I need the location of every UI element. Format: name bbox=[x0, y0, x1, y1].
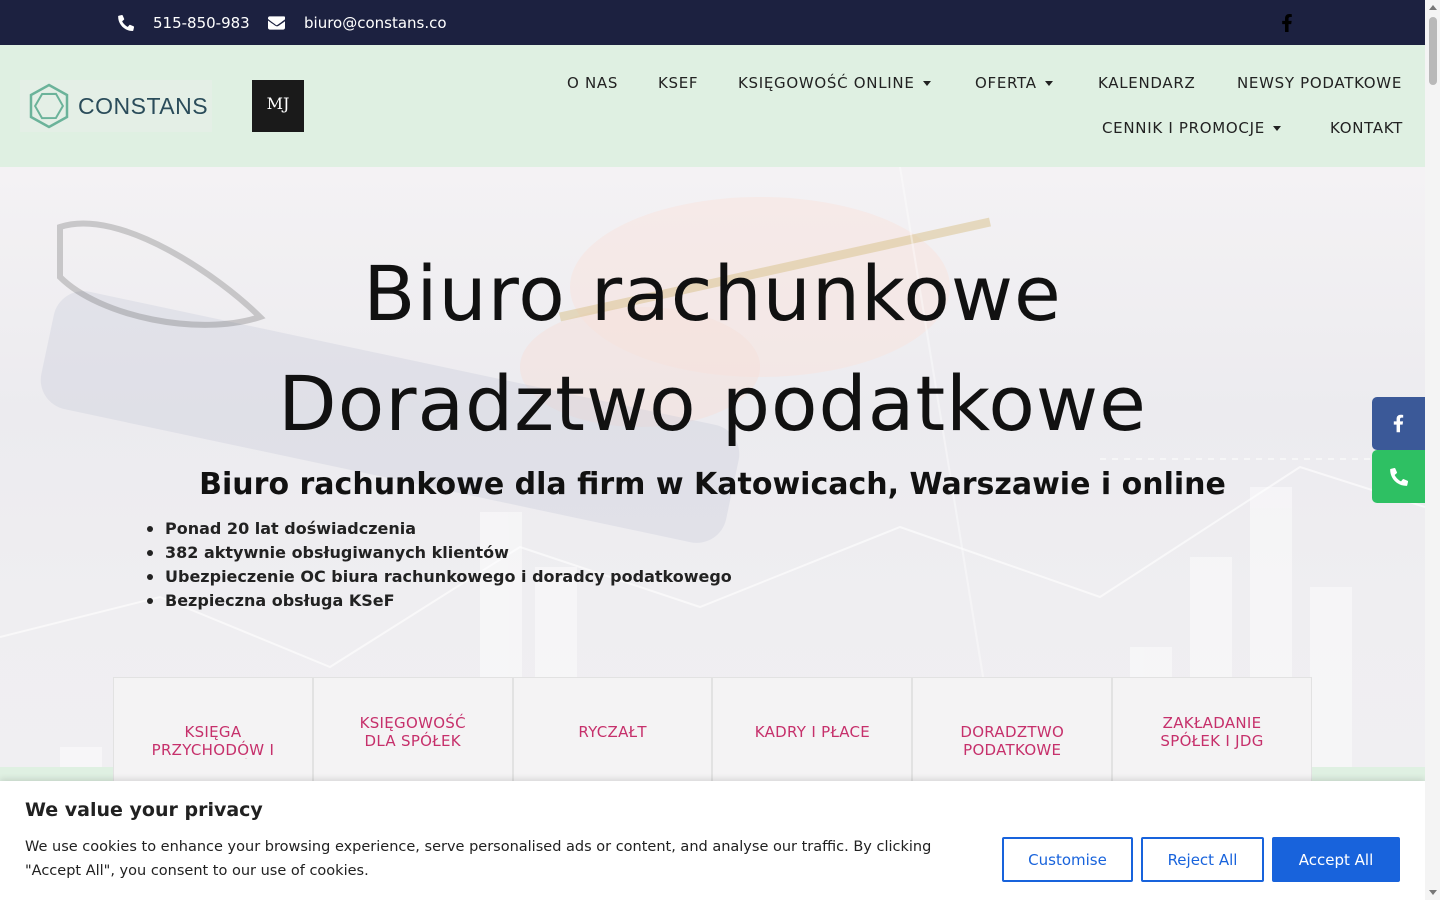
service-card-kadry-place[interactable]: KADRY I PŁACE bbox=[712, 677, 913, 787]
envelope-icon bbox=[268, 15, 285, 30]
reject-all-button[interactable]: Reject All bbox=[1141, 837, 1264, 882]
nav-item-ksef[interactable]: KSEF bbox=[658, 74, 698, 92]
service-card-doradztwo[interactable]: DORADZTWO PODATKOWE CONSULTING bbox=[912, 677, 1113, 787]
topbar-phone-link[interactable]: 515-850-983 bbox=[118, 0, 250, 45]
services-cards: KSIĘGA PRZYCHODÓW I ROZCHODÓW KSIĘGOWOŚĆ… bbox=[113, 677, 1312, 787]
customise-button[interactable]: Customise bbox=[1002, 837, 1133, 882]
service-card-ryczalt[interactable]: RYCZAŁT bbox=[512, 677, 713, 787]
nav-item-kontakt[interactable]: KONTAKT bbox=[1330, 119, 1403, 137]
list-item: Ponad 20 lat doświadczenia bbox=[145, 517, 732, 541]
service-card-label: ZAKŁADANIE SPÓŁEK I JDG bbox=[1160, 714, 1264, 750]
nav-item-newsy-podatkowe[interactable]: NEWSY PODATKOWE bbox=[1237, 74, 1402, 92]
service-card-label: KADRY I PŁACE bbox=[754, 723, 871, 741]
side-facebook-button[interactable] bbox=[1372, 397, 1425, 450]
nav-item-kalendarz[interactable]: KALENDARZ bbox=[1098, 74, 1195, 92]
nav-item-ksiegowosc-online[interactable]: KSIĘGOWOŚĆ ONLINE bbox=[738, 74, 931, 92]
service-card-label: KSIĘGA PRZYCHODÓW I ROZCHODÓW bbox=[151, 723, 275, 759]
page-scrollbar[interactable] bbox=[1425, 0, 1440, 900]
scrollbar-thumb[interactable] bbox=[1429, 17, 1437, 85]
list-item: Bezpieczna obsługa KSeF bbox=[145, 589, 732, 613]
topbar-email-text: biuro@constans.co bbox=[304, 13, 447, 32]
chevron-down-icon bbox=[1272, 125, 1281, 131]
topbar-phone-text: 515-850-983 bbox=[153, 13, 250, 32]
nav-item-oferta[interactable]: OFERTA bbox=[975, 74, 1053, 92]
nav-item-cennik-i-promocje[interactable]: CENNIK I PROMOCJE bbox=[1102, 119, 1281, 137]
service-card-label: DORADZTWO PODATKOWE CONSULTING bbox=[960, 723, 1065, 759]
chevron-down-icon bbox=[1044, 80, 1053, 86]
facebook-icon bbox=[1393, 414, 1404, 433]
cookie-consent-banner: We value your privacy We use cookies to … bbox=[0, 781, 1425, 900]
list-item: Ubezpieczenie OC biura rachunkowego i do… bbox=[145, 565, 732, 589]
list-item: 382 aktywnie obsługiwanych klientów bbox=[145, 541, 732, 565]
phone-icon bbox=[118, 14, 134, 31]
top-bar: 515-850-983 biuro@constans.co bbox=[0, 0, 1425, 45]
service-card-kpir[interactable]: KSIĘGA PRZYCHODÓW I ROZCHODÓW bbox=[113, 677, 313, 787]
scroll-up-arrow-icon[interactable] bbox=[1429, 5, 1437, 10]
service-card-zakladanie-spolek[interactable]: ZAKŁADANIE SPÓŁEK I JDG bbox=[1112, 677, 1312, 787]
service-card-ksiegowosc-spolek[interactable]: KSIĘGOWOŚĆ DLA SPÓŁEK bbox=[312, 677, 513, 787]
facebook-icon[interactable] bbox=[1279, 14, 1295, 32]
main-nav: O NAS KSEF KSIĘGOWOŚĆ ONLINE OFERTA KALE… bbox=[0, 45, 1425, 167]
hero-subtitle: Biuro rachunkowe dla firm w Katowicach, … bbox=[199, 467, 1226, 502]
accept-all-button[interactable]: Accept All bbox=[1272, 837, 1400, 882]
topbar-email-link[interactable]: biuro@constans.co bbox=[268, 0, 447, 45]
hero-benefits-list: Ponad 20 lat doświadczenia 382 aktywnie … bbox=[145, 517, 732, 613]
site-header: CONSTANS MJ O NAS KSEF KSIĘGOWOŚĆ ONLINE… bbox=[0, 45, 1425, 167]
nav-item-o-nas[interactable]: O NAS bbox=[567, 74, 618, 92]
phone-icon bbox=[1389, 467, 1408, 486]
hero-title-line2: Doradztwo podatkowe bbox=[278, 359, 1147, 448]
service-card-label: KSIĘGOWOŚĆ DLA SPÓŁEK bbox=[359, 714, 466, 750]
scroll-down-arrow-icon[interactable] bbox=[1429, 890, 1437, 895]
hero-title-line1: Biuro rachunkowe bbox=[363, 249, 1062, 338]
cookie-title: We value your privacy bbox=[25, 799, 263, 821]
cookie-text: We use cookies to enhance your browsing … bbox=[25, 839, 932, 879]
chevron-down-icon bbox=[922, 80, 931, 86]
side-phone-button[interactable] bbox=[1372, 450, 1425, 503]
service-card-label: RYCZAŁT bbox=[578, 723, 647, 741]
